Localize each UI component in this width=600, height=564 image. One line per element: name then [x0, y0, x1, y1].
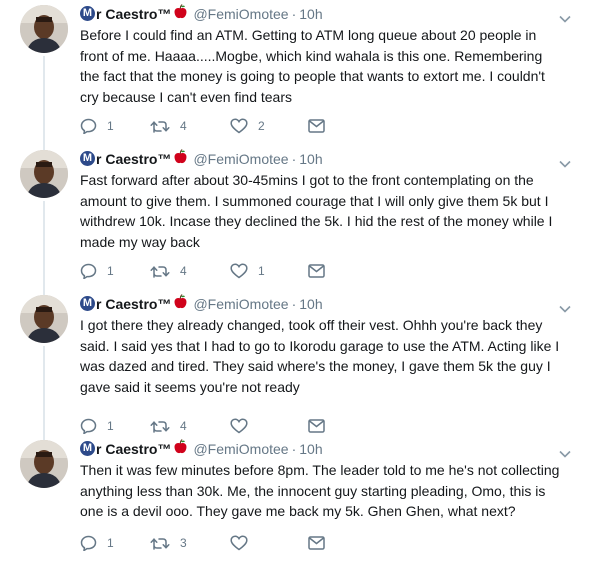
thread-connector: [43, 346, 45, 435]
tweet-actions: 1 4 2: [80, 116, 325, 136]
red-apple-icon: [174, 439, 187, 458]
direct-message-button[interactable]: [308, 416, 325, 436]
like-button[interactable]: [230, 416, 308, 436]
thread-connector: [43, 201, 45, 290]
separator-dot: ·: [291, 150, 297, 167]
reply-count: 1: [107, 536, 114, 550]
user-handle[interactable]: @FemiOmotee: [193, 440, 288, 458]
heart-icon: [230, 263, 248, 279]
display-name[interactable]: r Caestro™: [96, 5, 171, 23]
reply-button[interactable]: 1: [80, 116, 150, 136]
retweet-button[interactable]: 4: [150, 261, 230, 281]
direct-message-button[interactable]: [308, 261, 325, 281]
heart-icon: [230, 118, 248, 134]
envelope-icon: [308, 419, 325, 433]
chevron-down-icon[interactable]: [559, 300, 571, 318]
display-name[interactable]: r Caestro™: [96, 150, 171, 168]
reply-icon: [80, 263, 97, 279]
avatar[interactable]: [20, 295, 68, 343]
retweet-icon: [150, 119, 170, 134]
avatar[interactable]: [20, 440, 68, 488]
tweet-header: M r Caestro™ @FemiOmotee · 10h: [80, 294, 570, 313]
name-badge: M: [80, 296, 95, 311]
heart-icon: [230, 535, 248, 551]
timestamp[interactable]: 10h: [299, 150, 322, 168]
red-apple-icon: [174, 4, 187, 23]
tweet-header: M r Caestro™ @FemiOmotee · 10h: [80, 4, 570, 23]
like-count: 1: [258, 264, 265, 278]
tweet-text: Then it was few minutes before 8pm. The …: [80, 462, 560, 519]
reply-button[interactable]: 1: [80, 261, 150, 281]
envelope-icon: [308, 264, 325, 278]
name-badge: M: [80, 151, 95, 166]
retweet-count: 4: [180, 264, 187, 278]
reply-count: 1: [107, 119, 114, 133]
separator-dot: ·: [291, 5, 297, 22]
separator-dot: ·: [291, 295, 297, 312]
tweet-actions: 1 3: [80, 533, 325, 553]
direct-message-button[interactable]: [308, 116, 325, 136]
tweet-text: Fast forward after about 30-45mins I got…: [80, 172, 553, 250]
like-button[interactable]: [230, 533, 308, 553]
heart-icon: [230, 418, 248, 434]
name-badge: M: [80, 441, 95, 456]
tweet-text: Before I could find an ATM. Getting to A…: [80, 27, 545, 105]
reply-count: 1: [107, 264, 114, 278]
timestamp[interactable]: 10h: [299, 440, 322, 458]
chevron-down-icon[interactable]: [559, 10, 571, 28]
like-button[interactable]: 2: [230, 116, 308, 136]
retweet-count: 4: [180, 419, 187, 433]
reply-button[interactable]: 1: [80, 416, 150, 436]
timestamp[interactable]: 10h: [299, 295, 322, 313]
name-badge: M: [80, 6, 95, 21]
like-button[interactable]: 1: [230, 261, 308, 281]
tweet-header: M r Caestro™ @FemiOmotee · 10h: [80, 439, 570, 458]
red-apple-icon: [174, 294, 187, 313]
retweet-button[interactable]: 4: [150, 416, 230, 436]
user-handle[interactable]: @FemiOmotee: [193, 150, 288, 168]
thread-connector: [43, 56, 45, 145]
display-name[interactable]: r Caestro™: [96, 295, 171, 313]
chevron-down-icon[interactable]: [559, 155, 571, 173]
tweet[interactable]: M r Caestro™ @FemiOmotee · 10h Fast forw…: [0, 145, 600, 290]
envelope-icon: [308, 119, 325, 133]
tweet-header: M r Caestro™ @FemiOmotee · 10h: [80, 149, 570, 168]
separator-dot: ·: [291, 440, 297, 457]
reply-count: 1: [107, 419, 114, 433]
red-apple-icon: [174, 149, 187, 168]
chevron-down-icon[interactable]: [559, 445, 571, 463]
display-name[interactable]: r Caestro™: [96, 440, 171, 458]
retweet-icon: [150, 536, 170, 551]
tweet[interactable]: M r Caestro™ @FemiOmotee · 10h I got the…: [0, 290, 600, 435]
like-count: 2: [258, 119, 265, 133]
envelope-icon: [308, 536, 325, 550]
tweet-actions: 1 4 1: [80, 261, 325, 281]
reply-icon: [80, 418, 97, 434]
tweet[interactable]: M r Caestro™ @FemiOmotee · 10h Then it w…: [0, 435, 600, 564]
retweet-count: 3: [180, 536, 187, 550]
reply-icon: [80, 535, 97, 551]
timestamp[interactable]: 10h: [299, 5, 322, 23]
reply-button[interactable]: 1: [80, 533, 150, 553]
retweet-icon: [150, 264, 170, 279]
user-handle[interactable]: @FemiOmotee: [193, 5, 288, 23]
retweet-button[interactable]: 4: [150, 116, 230, 136]
avatar[interactable]: [20, 150, 68, 198]
retweet-icon: [150, 419, 170, 434]
tweet-actions: 1 4: [80, 416, 325, 436]
tweet-thread: M r Caestro™ @FemiOmotee · 10h Before I …: [0, 0, 600, 564]
direct-message-button[interactable]: [308, 533, 325, 553]
avatar[interactable]: [20, 5, 68, 53]
reply-icon: [80, 118, 97, 134]
tweet[interactable]: M r Caestro™ @FemiOmotee · 10h Before I …: [0, 0, 600, 145]
retweet-count: 4: [180, 119, 187, 133]
retweet-button[interactable]: 3: [150, 533, 230, 553]
tweet-text: I got there they already changed, took o…: [80, 317, 560, 395]
user-handle[interactable]: @FemiOmotee: [193, 295, 288, 313]
